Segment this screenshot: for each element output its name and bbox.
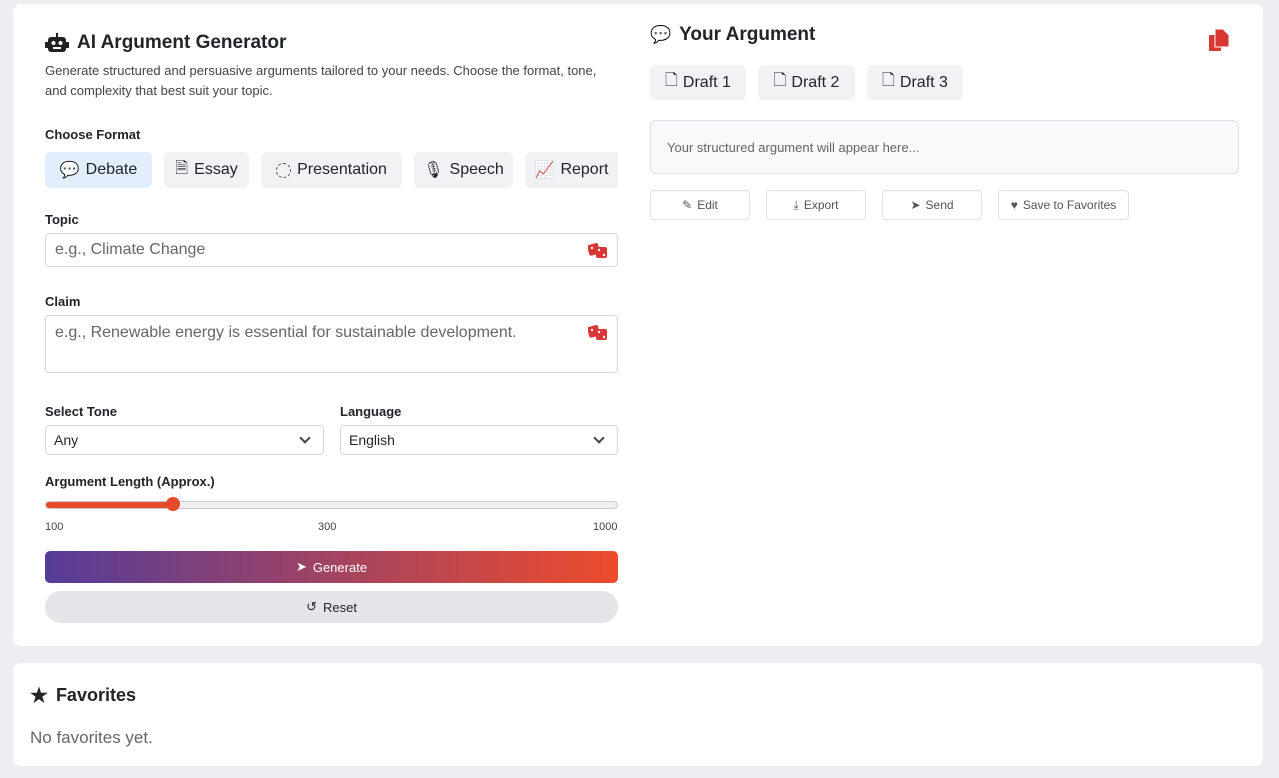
format-label-text: Presentation [297, 161, 387, 178]
comments-icon: 💬 [650, 25, 672, 44]
chart-line-icon: 📈 [534, 162, 555, 179]
draft-1-tab[interactable]: 🗋 Draft 1 [650, 65, 746, 100]
format-label: Choose Format [45, 127, 141, 142]
favorites-empty: No favorites yet. [30, 728, 153, 747]
slider-thumb[interactable] [165, 497, 180, 511]
format-presentation-button[interactable]: Presentation [261, 152, 402, 188]
claim-textarea[interactable]: e.g., Renewable energy is essential for … [45, 315, 618, 373]
language-select[interactable]: English [340, 425, 618, 455]
format-label-text: Debate [85, 161, 138, 178]
copy-icon[interactable] [1209, 29, 1229, 51]
claim-label: Claim [45, 294, 81, 309]
argument-output: Your structured argument will appear her… [650, 120, 1239, 174]
file-icon: 🗋 [665, 72, 678, 89]
generate-label: Generate [312, 559, 368, 575]
format-label-text: Speech [449, 161, 504, 178]
topic-placeholder: e.g., Climate Change [55, 241, 206, 258]
favorites-heading: ★ Favorites [30, 683, 136, 708]
draft-2-tab[interactable]: 🗋 Draft 2 [758, 65, 855, 100]
favorites-title: Favorites [55, 685, 136, 705]
action-label: Save to Favorites [1022, 198, 1117, 212]
action-label: Edit [697, 198, 718, 212]
output-placeholder: Your structured argument will appear her… [667, 140, 920, 155]
paper-plane-icon: ➤ [295, 559, 307, 574]
language-value: English [349, 432, 395, 448]
length-slider[interactable] [45, 497, 618, 511]
dice-icon[interactable] [588, 242, 608, 258]
slider-fill [46, 502, 173, 508]
pencil-icon: ✎ [682, 198, 693, 212]
edit-button[interactable]: ✎ Edit [650, 190, 750, 220]
chevron-down-icon [593, 432, 605, 444]
topic-label: Topic [45, 212, 79, 227]
download-icon: ⤓ [793, 197, 799, 212]
file-icon: 🗋 [773, 72, 787, 89]
tone-label: Select Tone [45, 404, 118, 419]
reset-button[interactable]: ↺ Reset [45, 591, 618, 623]
draft-label: Draft 2 [791, 73, 840, 91]
length-label: Argument Length (Approx.) [45, 474, 215, 489]
length-max: 1000 [593, 521, 618, 533]
robot-icon [45, 33, 69, 52]
format-essay-button[interactable]: 🗎 Essay [164, 152, 249, 188]
generator-card: AI Argument Generator Generate structure… [13, 4, 1263, 646]
save-favorites-button[interactable]: ♥ Save to Favorites [998, 190, 1129, 220]
chevron-down-icon [299, 432, 311, 444]
format-report-button[interactable]: 📈 Report [525, 152, 618, 188]
tone-value: Any [54, 432, 79, 448]
draft-3-tab[interactable]: 🗋 Draft 3 [867, 65, 963, 100]
format-speech-button[interactable]: 🎙 Speech [414, 152, 513, 188]
action-label: Export [803, 198, 839, 212]
file-text-icon: 🗎 [175, 159, 189, 177]
dice-icon[interactable] [588, 324, 608, 340]
claim-placeholder: e.g., Renewable energy is essential for … [55, 324, 517, 341]
format-label-text: Report [560, 161, 609, 178]
paper-plane-icon: ➤ [910, 198, 921, 212]
circle-dashed-icon [276, 162, 292, 178]
draft-label: Draft 3 [899, 73, 948, 91]
app-title: AI Argument Generator [77, 32, 287, 53]
generate-button[interactable]: ➤ Generate [45, 551, 618, 583]
action-label: Send [925, 198, 954, 212]
tone-select[interactable]: Any [45, 425, 324, 455]
microphone-icon: 🎙 [423, 162, 444, 179]
length-min: 100 [45, 521, 64, 533]
generator-heading: AI Argument Generator [45, 32, 286, 54]
draft-label: Draft 1 [682, 73, 731, 91]
file-icon: 🗋 [882, 72, 895, 89]
star-icon: ★ [30, 685, 48, 707]
length-mid: 300 [318, 521, 337, 533]
send-button[interactable]: ➤ Send [882, 190, 982, 220]
format-debate-button[interactable]: 💬 Debate [45, 152, 152, 188]
output-title: Your Argument [679, 24, 816, 45]
language-label: Language [340, 404, 402, 419]
export-button[interactable]: ⤓ Export [766, 190, 866, 220]
reset-label: Reset [322, 599, 357, 615]
app-description: Generate structured and persuasive argum… [45, 63, 597, 98]
favorites-card: ★ Favorites No favorites yet. [13, 663, 1263, 766]
topic-input[interactable]: e.g., Climate Change [45, 233, 618, 267]
undo-icon: ↺ [306, 599, 317, 614]
heart-icon: ♥ [1010, 198, 1018, 212]
format-label-text: Essay [194, 161, 238, 178]
output-heading: 💬 Your Argument [650, 24, 815, 46]
comments-icon: 💬 [59, 162, 80, 179]
